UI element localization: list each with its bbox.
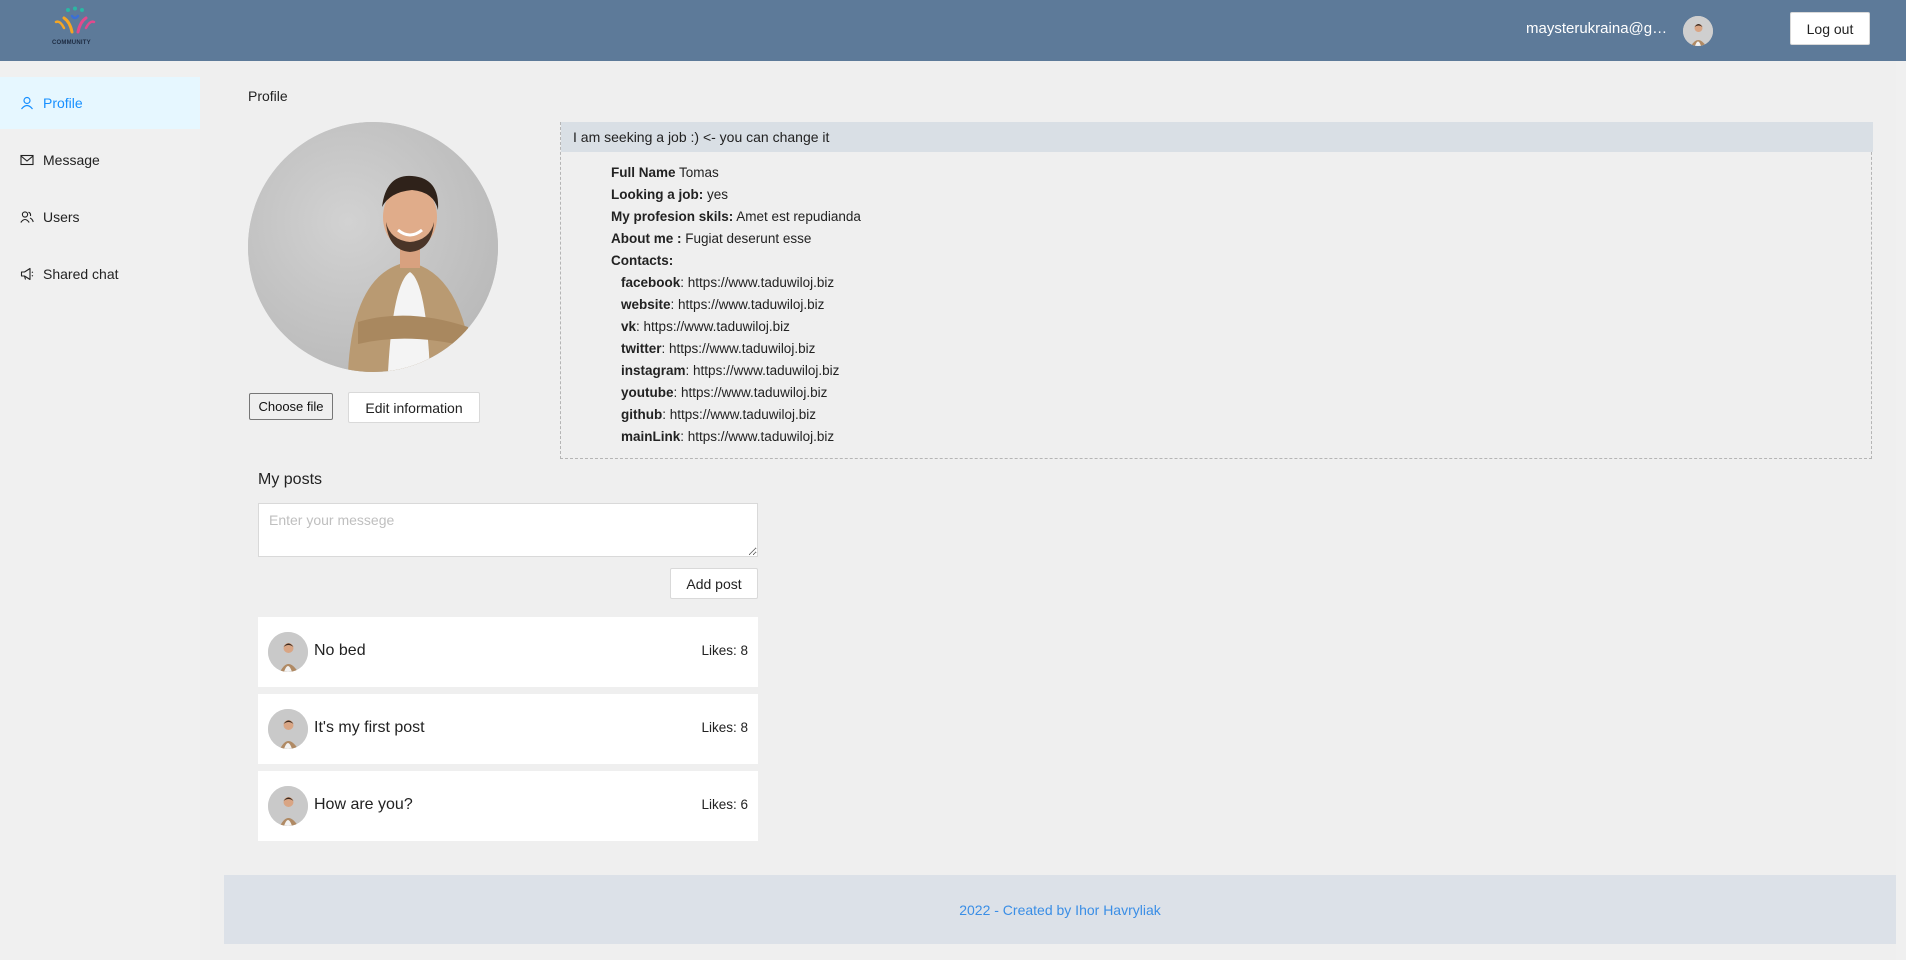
avatar-image	[268, 709, 308, 749]
contact-value: https://www.taduwiloj.biz	[693, 363, 840, 378]
post-text: It's my first post	[314, 719, 425, 736]
profile-details: Full Name Tomas Looking a job: yes My pr…	[611, 162, 861, 448]
contact-value: https://www.taduwiloj.biz	[681, 385, 828, 400]
post-item[interactable]: It's my first post Likes: 8	[258, 694, 758, 764]
avatar-image	[1683, 16, 1713, 46]
contact-value: https://www.taduwiloj.biz	[669, 341, 816, 356]
post-likes: Likes: 8	[701, 720, 748, 735]
top-header: COMMUNITY maysterukraina@gmail.com Log o…	[0, 0, 1906, 61]
contact-value: https://www.taduwiloj.biz	[669, 407, 817, 422]
sidebar-item-label: Profile	[43, 95, 83, 111]
full-name-row: Full Name Tomas	[611, 162, 861, 184]
sidebar-item-profile[interactable]: Profile	[0, 77, 200, 129]
contact-label: instagram	[621, 363, 686, 378]
page-title: Profile	[248, 88, 288, 104]
post-message-input[interactable]	[258, 503, 758, 557]
mail-icon	[20, 153, 34, 167]
main-content: Profile Choose file Edit information I a…	[224, 61, 1896, 874]
skills-row: My profesion skils: Amet est repudianda	[611, 206, 861, 228]
post-avatar	[268, 632, 308, 672]
posts-title: My posts	[258, 471, 323, 488]
user-email: maysterukraina@gmail.com	[1526, 20, 1678, 37]
skills-value: Amet est repudianda	[736, 209, 861, 224]
contact-value: https://www.taduwiloj.biz	[687, 275, 835, 290]
contact-twitter: twitter: https://www.taduwiloj.biz	[621, 341, 816, 356]
contact-value: https://www.taduwiloj.biz	[687, 429, 835, 444]
contact-vk: vk: https://www.taduwiloj.biz	[621, 319, 790, 334]
contact-label: youtube	[621, 385, 674, 400]
sidebar-item-label: Message	[43, 152, 100, 168]
profile-image	[248, 122, 498, 372]
full-name-label: Full Name	[611, 165, 676, 180]
avatar-image	[268, 786, 308, 826]
about-row: About me : Fugiat deserunt esse	[611, 228, 861, 250]
sidebar-item-shared-chat[interactable]: Shared chat	[0, 248, 200, 300]
about-value: Fugiat deserunt esse	[685, 231, 812, 246]
contact-youtube: youtube: https://www.taduwiloj.biz	[621, 385, 828, 400]
contact-label: facebook	[621, 275, 681, 290]
contact-mainlink: mainLink: https://www.taduwiloj.biz	[621, 429, 835, 444]
looking-job-row: Looking a job: yes	[611, 184, 861, 206]
post-text: How are you?	[314, 796, 413, 813]
post-avatar	[268, 709, 308, 749]
contact-instagram: instagram: https://www.taduwiloj.biz	[621, 363, 840, 378]
profile-info-panel: I am seeking a job :) <- you can change …	[560, 122, 1873, 459]
post-item[interactable]: How are you? Likes: 6	[258, 771, 758, 841]
users-icon	[20, 210, 34, 224]
post-avatar	[268, 786, 308, 826]
contact-label: mainLink	[621, 429, 681, 444]
contact-label: vk	[621, 319, 637, 334]
header-avatar[interactable]	[1683, 16, 1713, 46]
looking-job-label: Looking a job:	[611, 187, 704, 202]
user-icon	[20, 96, 34, 110]
post-text: No bed	[314, 642, 366, 659]
looking-job-value: yes	[707, 187, 729, 202]
contacts-row: Contacts:	[611, 250, 861, 272]
contact-label: website	[621, 297, 671, 312]
contact-facebook: facebook: https://www.taduwiloj.biz	[621, 275, 835, 290]
contact-label: twitter	[621, 341, 662, 356]
post-item[interactable]: No bed Likes: 8	[258, 617, 758, 687]
logout-button[interactable]: Log out	[1790, 12, 1870, 45]
footer: 2022 - Created by Ihor Havryliak	[224, 875, 1896, 944]
contact-label: github	[621, 407, 663, 422]
post-likes: Likes: 8	[701, 643, 748, 658]
skills-label: My profesion skils:	[611, 209, 734, 224]
contact-value: https://www.taduwiloj.biz	[678, 297, 825, 312]
sidebar-item-label: Users	[43, 209, 80, 225]
profile-photo	[248, 122, 498, 372]
sidebar-item-message[interactable]: Message	[0, 134, 200, 186]
choose-file-button[interactable]: Choose file	[249, 393, 333, 420]
contact-website: website: https://www.taduwiloj.biz	[621, 297, 825, 312]
avatar-image	[268, 632, 308, 672]
sidebar: Profile Message Users Shared chat	[0, 61, 200, 960]
contacts-list: facebook: https://www.taduwiloj.biz webs…	[611, 272, 861, 448]
contacts-label: Contacts:	[611, 253, 674, 268]
logo-text: COMMUNITY	[52, 40, 91, 46]
add-post-button[interactable]: Add post	[670, 568, 758, 599]
sidebar-item-users[interactable]: Users	[0, 191, 200, 243]
edit-information-button[interactable]: Edit information	[348, 392, 480, 423]
footer-credit: 2022 - Created by Ihor Havryliak	[959, 901, 1161, 918]
contact-value: https://www.taduwiloj.biz	[643, 319, 790, 334]
post-likes: Likes: 6	[701, 797, 748, 812]
full-name-value: Tomas	[679, 165, 719, 180]
contact-github: github: https://www.taduwiloj.biz	[621, 407, 817, 422]
status-text[interactable]: I am seeking a job :) <- you can change …	[561, 122, 1873, 152]
sound-icon	[20, 267, 34, 281]
right-edge	[1896, 61, 1906, 960]
sidebar-item-label: Shared chat	[43, 266, 119, 282]
about-label: About me :	[611, 231, 682, 246]
